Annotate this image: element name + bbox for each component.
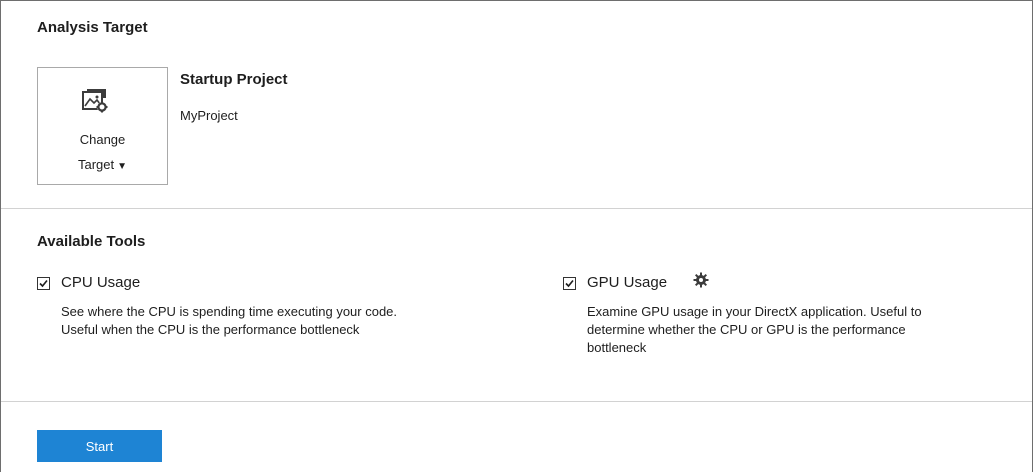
change-target-label-line2: Target ▼	[77, 157, 128, 172]
check-icon	[565, 279, 574, 288]
available-tools-heading: Available Tools	[37, 233, 146, 250]
dropdown-caret-icon: ▼	[117, 161, 128, 172]
check-icon	[39, 279, 48, 288]
cpu-usage-label[interactable]: CPU Usage	[61, 274, 140, 291]
startup-project-name: MyProject	[180, 108, 238, 123]
section-divider	[1, 208, 1032, 209]
startup-project-label: Startup Project	[180, 71, 288, 88]
change-target-button[interactable]: Change Target ▼	[37, 67, 168, 185]
gear-icon[interactable]	[693, 272, 709, 288]
start-button[interactable]: Start	[37, 430, 162, 462]
cpu-usage-checkbox[interactable]	[37, 277, 50, 290]
section-divider	[1, 401, 1032, 402]
change-target-label-line1: Change	[79, 132, 126, 147]
cpu-usage-description: See where the CPU is spending time execu…	[61, 304, 398, 337]
gpu-usage-label[interactable]: GPU Usage	[587, 274, 667, 291]
target-settings-icon	[82, 89, 108, 113]
gpu-usage-checkbox[interactable]	[563, 277, 576, 290]
gpu-usage-description: Examine GPU usage in your DirectX applic…	[587, 304, 922, 355]
analysis-target-heading: Analysis Target	[37, 19, 148, 36]
